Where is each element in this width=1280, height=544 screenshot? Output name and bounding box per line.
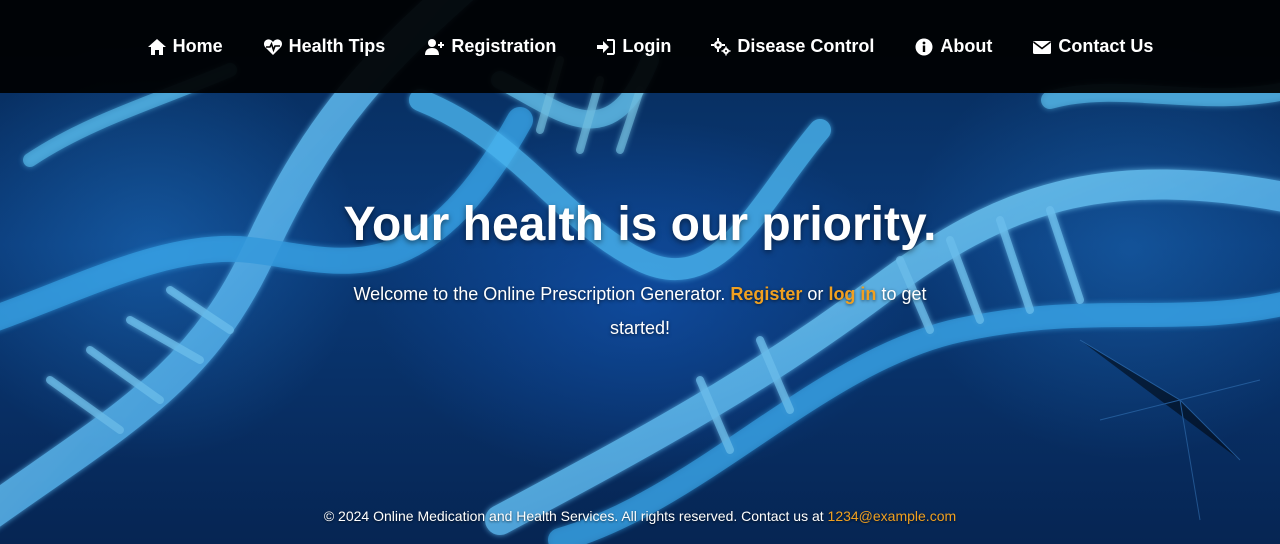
login-link[interactable]: log in — [828, 284, 876, 304]
nav-item-label: Disease Control — [737, 36, 875, 56]
envelope-icon — [1032, 38, 1052, 56]
nav-item-label: Health Tips — [288, 36, 386, 56]
nav-item-registration[interactable]: Registration — [425, 36, 556, 57]
heartbeat-icon — [263, 38, 283, 56]
nav-item-label: Login — [622, 36, 672, 56]
nav-item-contact-us[interactable]: Contact Us — [1032, 36, 1153, 57]
home-icon — [147, 38, 167, 56]
hero-welcome-text: Welcome to the Online Prescription Gener… — [330, 277, 950, 345]
nav-list: Home Health Tips Registration Login Dise… — [107, 36, 1174, 57]
register-link[interactable]: Register — [730, 284, 802, 304]
nav-item-health-tips[interactable]: Health Tips — [263, 36, 386, 57]
nav-item-login[interactable]: Login — [596, 36, 671, 57]
footer-email-link[interactable]: 1234@example.com — [828, 508, 957, 524]
nav-item-home[interactable]: Home — [147, 36, 223, 57]
main-navbar: Home Health Tips Registration Login Dise… — [0, 0, 1280, 93]
footer-copyright-text: © 2024 Online Medication and Health Serv… — [323, 508, 824, 524]
welcome-text-or: or — [807, 284, 824, 304]
hero-title: Your health is our priority. — [343, 198, 937, 251]
nav-item-about[interactable]: About — [914, 36, 992, 57]
nav-item-disease-control[interactable]: Disease Control — [711, 36, 874, 57]
sign-in-icon — [596, 38, 616, 56]
nav-item-label: Home — [172, 36, 223, 56]
user-plus-icon — [425, 38, 445, 56]
nav-item-label: About — [940, 36, 993, 56]
cogs-icon — [711, 37, 731, 56]
nav-item-label: Contact Us — [1058, 36, 1154, 56]
welcome-text-start: Welcome to the Online Prescription Gener… — [353, 284, 726, 304]
info-circle-icon — [914, 38, 934, 56]
hero-section: Your health is our priority. Welcome to … — [0, 93, 1280, 493]
page-footer: © 2024 Online Medication and Health Serv… — [0, 508, 1280, 528]
nav-item-label: Registration — [451, 36, 557, 56]
